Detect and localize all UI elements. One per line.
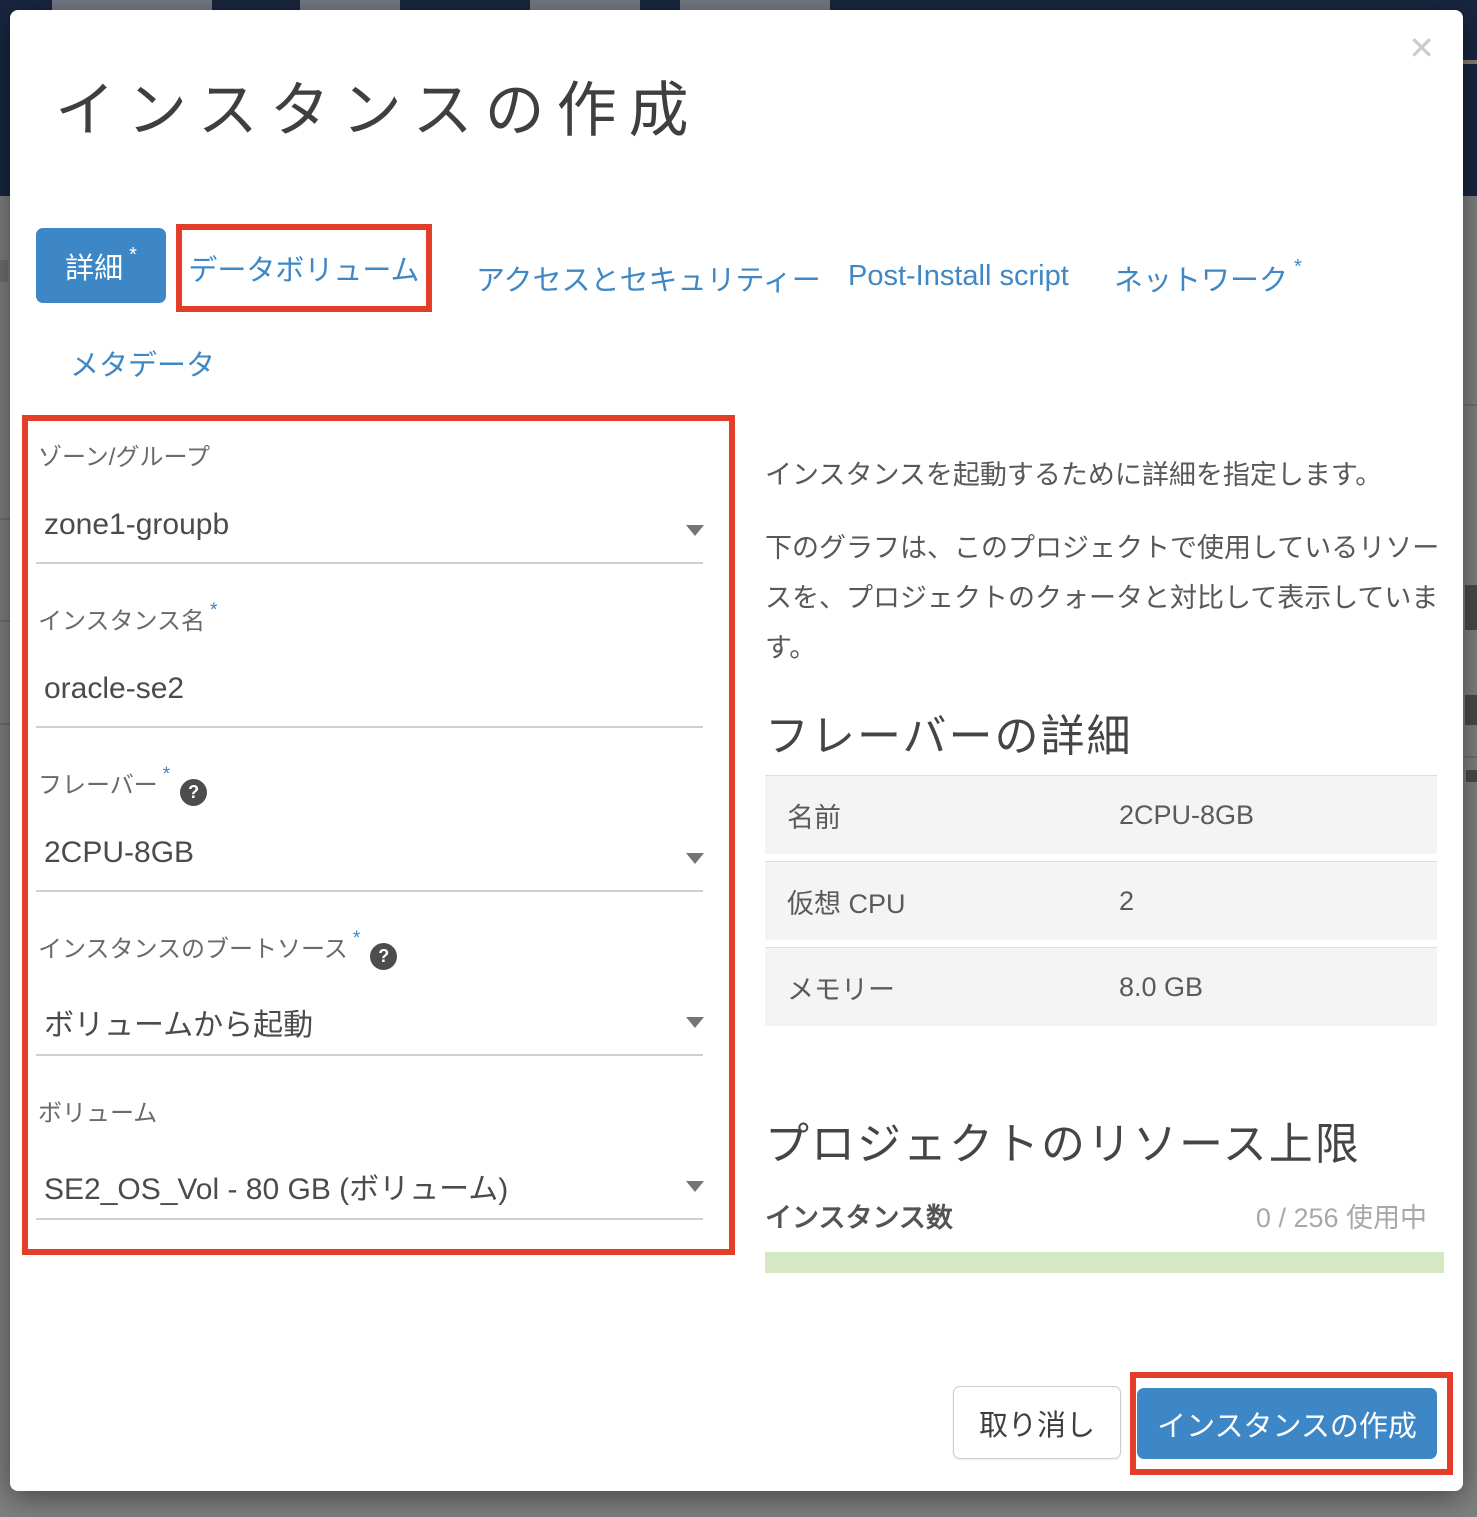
help-icon[interactable]: ? xyxy=(180,779,208,806)
volume-label: ボリューム xyxy=(38,1100,158,1127)
instance-count-usage: 0 / 256 使用中 xyxy=(1255,1203,1427,1233)
tab-details[interactable]: 詳細 * xyxy=(36,228,166,303)
field-underline xyxy=(36,1054,703,1056)
field-underline xyxy=(36,726,703,728)
field-underline xyxy=(36,562,703,564)
flavor-details-row: 名前 2CPU-8GB xyxy=(765,775,1437,854)
required-asterisk: * xyxy=(1294,256,1302,279)
flavor-row-label: 仮想 CPU xyxy=(787,888,906,919)
chevron-down-icon[interactable] xyxy=(686,1181,704,1192)
instance-name-input[interactable]: oracle-se2 xyxy=(44,672,184,706)
launch-instance-button[interactable]: インスタンスの作成 xyxy=(1137,1388,1437,1459)
boot-source-select[interactable]: ボリュームから起動 xyxy=(44,1000,313,1044)
chevron-down-icon[interactable] xyxy=(686,853,704,864)
flavor-row-value: 2CPU-8GB xyxy=(1119,799,1255,830)
dimmed-page-fragment xyxy=(1466,770,1477,782)
tab-access-security[interactable]: アクセスとセキュリティー xyxy=(476,257,821,299)
flavor-row-label: メモリー xyxy=(787,974,895,1005)
flavor-select[interactable]: 2CPU-8GB xyxy=(44,836,194,870)
dimmed-page-fragment xyxy=(1465,695,1477,725)
zone-group-select[interactable]: zone1-groupb xyxy=(44,508,229,542)
dimmed-page-fragment xyxy=(1463,756,1477,758)
required-asterisk: * xyxy=(162,764,171,785)
required-asterisk: * xyxy=(210,600,218,621)
flavor-details-row: 仮想 CPU 2 xyxy=(765,861,1437,940)
tab-post-install-script[interactable]: Post-Install script xyxy=(848,260,1069,293)
zone-group-label: ゾーン/グループ xyxy=(38,444,211,471)
volume-select[interactable]: SE2_OS_Vol - 80 GB (ボリューム) xyxy=(44,1164,508,1208)
flavor-details-row: メモリー 8.0 GB xyxy=(765,947,1437,1026)
tab-network-label: ネットワーク xyxy=(1114,265,1289,297)
required-asterisk: * xyxy=(129,244,137,266)
flavor-row-value: 2 xyxy=(1119,885,1135,916)
dimmed-page-fragment xyxy=(1463,404,1477,406)
help-icon[interactable]: ? xyxy=(370,943,398,970)
dimmed-page-fragment xyxy=(0,260,8,282)
chevron-down-icon[interactable] xyxy=(686,1017,704,1028)
close-icon[interactable]: ✕ xyxy=(1408,32,1435,64)
flavor-row-value: 8.0 GB xyxy=(1119,971,1204,1002)
modal-title: インスタンスの作成 xyxy=(55,77,701,144)
dimmed-page-fragment xyxy=(0,620,10,622)
required-asterisk: * xyxy=(352,928,361,949)
annotation-box-data-volume-tab: データボリューム xyxy=(176,224,432,312)
dimmed-page-fragment xyxy=(0,723,10,725)
dimmed-page-fragment xyxy=(0,518,10,520)
tab-details-label: 詳細 xyxy=(65,252,124,285)
screen: ✕ インスタンスの作成 詳細 * データボリューム アクセスとセキュリティー P… xyxy=(0,0,1477,1517)
flavor-row-label: 名前 xyxy=(787,802,841,833)
field-underline xyxy=(36,890,703,892)
field-underline xyxy=(36,1218,703,1220)
chevron-down-icon[interactable] xyxy=(686,525,704,536)
tab-metadata[interactable]: メタデータ xyxy=(70,342,215,384)
tab-network[interactable]: ネットワーク * xyxy=(1114,256,1302,299)
dimmed-page-fragment xyxy=(1463,60,1477,64)
cancel-button[interactable]: 取り消し xyxy=(953,1386,1121,1459)
boot-source-label: インスタンスのブートソース *? xyxy=(38,928,398,970)
instance-name-label: インスタンス名 * xyxy=(38,600,218,635)
dimmed-page-fragment xyxy=(1465,585,1477,630)
instance-quota-progress-bar xyxy=(765,1252,1444,1273)
flavor-details-heading: フレーバーの詳細 xyxy=(765,712,1133,761)
tab-data-volume[interactable]: データボリューム xyxy=(188,247,419,289)
instance-count-label: インスタンス数 xyxy=(765,1203,953,1233)
panel-description-text: 下のグラフは、このプロジェクトで使用しているリソースを、プロジェクトのクォータと… xyxy=(765,533,1440,663)
project-limits-heading: プロジェクトのリソース上限 xyxy=(765,1120,1361,1169)
launch-instance-modal: ✕ インスタンスの作成 詳細 * データボリューム アクセスとセキュリティー P… xyxy=(10,10,1463,1491)
flavor-label: フレーバー *? xyxy=(38,764,208,806)
panel-intro-text: インスタンスを起動するために詳細を指定します。 xyxy=(765,460,1383,490)
